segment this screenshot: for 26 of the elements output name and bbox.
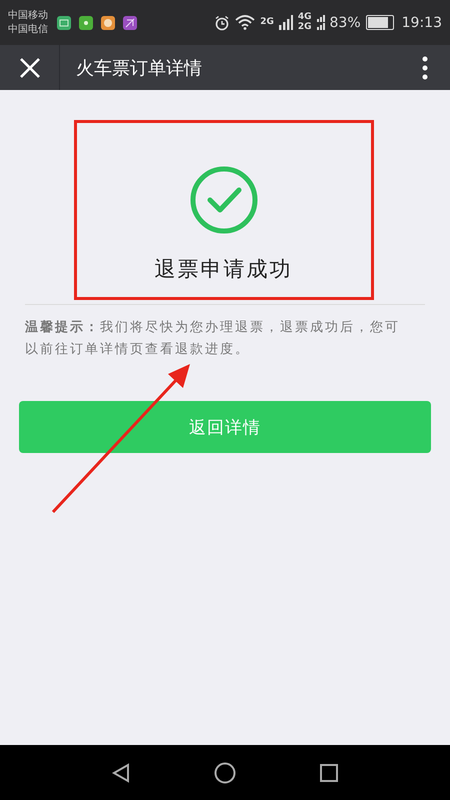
network-label: 2G [260, 18, 274, 27]
clock-time: 19:13 [402, 14, 442, 30]
notice-text: 温馨提示：我们将尽快为您办理退票，退票成功后，您可以前往订单详情页查看退款进度。 [25, 319, 401, 359]
success-message: 退票申请成功 [154, 256, 292, 283]
network-label: 4G [298, 13, 312, 22]
app-icon [57, 16, 71, 30]
app-icon [123, 16, 137, 30]
app-icon [101, 16, 115, 30]
home-icon [214, 762, 236, 784]
wifi-icon [235, 15, 256, 30]
battery-percent: 83% [330, 14, 361, 30]
close-icon [18, 56, 40, 78]
signal-icon [278, 15, 293, 30]
success-check-icon [188, 165, 258, 235]
app-icon [79, 16, 93, 30]
battery-icon [366, 15, 394, 30]
alarm-icon [214, 14, 230, 30]
more-icon [422, 56, 428, 80]
recents-icon [318, 762, 339, 782]
back-to-details-button[interactable]: 返回详情 [19, 401, 431, 453]
network-label: 2G [298, 23, 312, 32]
back-icon [111, 762, 132, 782]
carrier-name: 中国移动 [8, 8, 48, 22]
page-title: 火车票订单详情 [76, 56, 203, 80]
signal-icon [316, 14, 325, 30]
carrier-name: 中国电信 [8, 22, 48, 36]
